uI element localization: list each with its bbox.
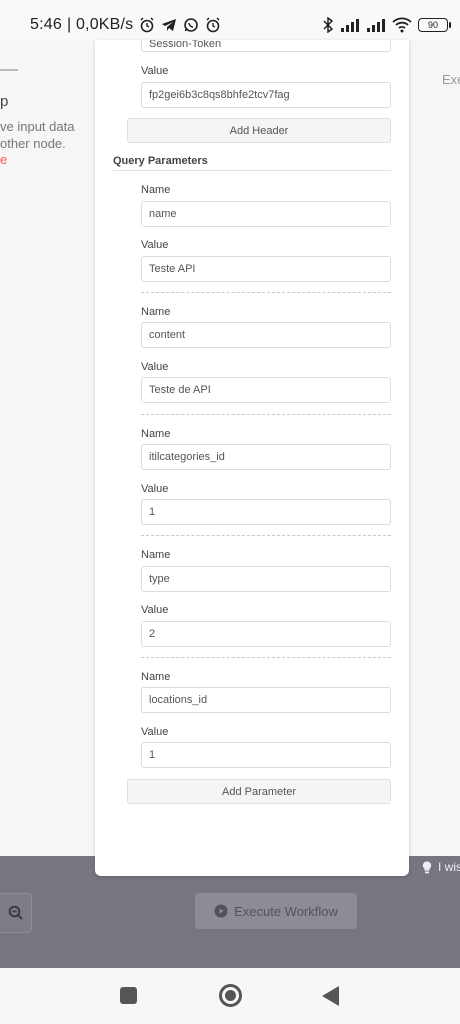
hint-banner[interactable]: I wis: [422, 860, 460, 874]
battery-icon: 90: [418, 18, 451, 32]
system-icons: 90: [322, 17, 451, 33]
param-name-label: Name: [141, 306, 171, 318]
param-value-input[interactable]: 1: [141, 742, 391, 768]
play-circle-icon: [214, 904, 228, 918]
zoom-out-icon: [8, 905, 23, 920]
param-value-input[interactable]: Teste de API: [141, 377, 391, 403]
alarm-icon: [140, 17, 154, 33]
param-value-text: Teste API: [149, 263, 196, 275]
home-button[interactable]: [219, 984, 242, 1007]
output-panel: [410, 40, 460, 856]
input-panel-title: p: [0, 93, 9, 110]
param-value-label: Value: [141, 483, 169, 495]
header-value-text: fp2gei6b3c8qs8bhfe2tcv7fag: [149, 89, 290, 101]
add-parameter-button[interactable]: Add Parameter: [127, 779, 391, 804]
param-separator: [141, 657, 391, 658]
query-parameters-title: Query Parameters: [113, 155, 208, 167]
whatsapp-icon: [184, 18, 199, 32]
panel-divider: [0, 69, 18, 71]
back-button[interactable]: [322, 986, 339, 1006]
param-name-label: Name: [141, 428, 171, 440]
param-value-input[interactable]: 2: [141, 621, 391, 647]
param-value-text: 1: [149, 506, 156, 518]
header-value-input[interactable]: fp2gei6b3c8qs8bhfe2tcv7fag: [141, 82, 391, 108]
query-parameters-divider: [113, 170, 391, 171]
param-name-label: Name: [141, 184, 171, 196]
navigation-bar: [0, 968, 460, 1024]
param-value-label: Value: [141, 239, 169, 251]
input-panel: [0, 40, 98, 856]
param-name-input[interactable]: locations_id: [141, 687, 391, 713]
param-name-text: name: [149, 208, 177, 220]
param-name-input[interactable]: name: [141, 201, 391, 227]
param-separator: [141, 414, 391, 415]
alarm-icon: [206, 17, 220, 33]
header-name-input[interactable]: Session-Token: [141, 40, 391, 52]
execute-workflow-label: Execute Workflow: [234, 903, 338, 919]
recents-button[interactable]: [120, 987, 137, 1004]
param-value-label: Value: [141, 604, 169, 616]
param-name-input[interactable]: content: [141, 322, 391, 348]
param-name-text: type: [149, 573, 170, 585]
param-separator: [141, 292, 391, 293]
notification-icons: [139, 17, 221, 33]
param-name-text: locations_id: [149, 694, 208, 706]
param-value-input[interactable]: 1: [141, 499, 391, 525]
add-header-button[interactable]: Add Header: [127, 118, 391, 143]
input-panel-hint-line2: other node.: [0, 136, 66, 151]
bluetooth-icon: [323, 17, 334, 33]
status-speed: | 0,0KB/s: [66, 16, 134, 33]
execute-workflow-button[interactable]: Execute Workflow: [195, 893, 357, 929]
input-panel-hint-line1: ve input data: [0, 119, 75, 134]
param-value-text: Teste de API: [149, 384, 211, 396]
telegram-icon: [162, 19, 177, 31]
param-name-label: Name: [141, 549, 171, 561]
param-value-text: 1: [149, 749, 156, 761]
signal-icon: [341, 19, 359, 32]
param-name-input[interactable]: type: [141, 566, 391, 592]
input-panel-link[interactable]: e: [0, 152, 7, 167]
status-time: 5:46: [30, 16, 62, 33]
param-name-label: Name: [141, 671, 171, 683]
header-name-value: Session-Token: [149, 40, 222, 50]
param-separator: [141, 535, 391, 536]
param-value-label: Value: [141, 726, 169, 738]
hint-text: I wis: [438, 860, 460, 874]
param-name-text: content: [149, 329, 186, 341]
node-parameters-modal: Session-Token Value fp2gei6b3c8qs8bhfe2t…: [95, 40, 409, 876]
output-panel-label: Exe: [442, 72, 460, 87]
param-value-input[interactable]: Teste API: [141, 256, 391, 282]
param-value-label: Value: [141, 361, 169, 373]
signal-icon: [367, 19, 385, 32]
header-value-label: Value: [141, 65, 169, 77]
wifi-icon: [392, 17, 412, 33]
param-name-text: itilcategories_id: [149, 451, 225, 463]
param-value-text: 2: [149, 628, 156, 640]
param-name-input[interactable]: itilcategories_id: [141, 444, 391, 470]
zoom-out-button[interactable]: [0, 893, 32, 933]
lightbulb-icon: [422, 860, 432, 873]
